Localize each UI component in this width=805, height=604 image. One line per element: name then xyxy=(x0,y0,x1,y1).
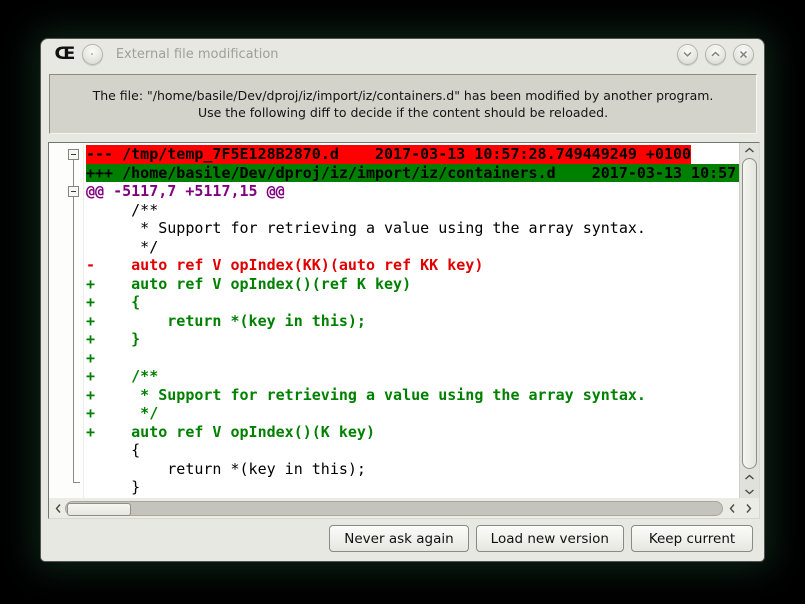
chevron-left-icon xyxy=(55,503,62,514)
diff-line-ctx: /** xyxy=(86,201,739,220)
close-x-icon xyxy=(739,50,748,59)
diff-line-ctx: { xyxy=(86,441,739,460)
desktop: { "window": { "title": "External file mo… xyxy=(0,0,805,604)
chevron-up-icon xyxy=(710,50,721,58)
scroll-up-button[interactable] xyxy=(740,470,759,484)
diff-line-ctx: } xyxy=(86,478,739,497)
vertical-scrollbar-track[interactable] xyxy=(740,157,759,470)
window-title: External file modification xyxy=(116,47,677,62)
window-controls xyxy=(677,44,754,65)
titlebar[interactable]: Œ External file modification xyxy=(41,39,764,69)
fold-collapse-icon[interactable] xyxy=(68,149,79,160)
diff-line-add: + return *(key in this); xyxy=(86,312,739,331)
window-menu-button[interactable] xyxy=(82,44,103,65)
diff-line-add: + xyxy=(86,349,739,368)
vertical-scrollbar-thumb[interactable] xyxy=(742,158,757,469)
minimize-button[interactable] xyxy=(677,44,698,65)
scroll-right-button[interactable] xyxy=(741,503,755,514)
keep-current-button[interactable]: Keep current xyxy=(631,525,753,552)
diff-line-ctx: return *(key in this); xyxy=(86,460,739,479)
chevron-down-icon xyxy=(682,50,693,58)
diff-line-add: + auto ref V opIndex()(K key) xyxy=(86,423,739,442)
vertical-scrollbar-secondary-buttons xyxy=(740,470,759,498)
horizontal-scrollbar-thumb[interactable] xyxy=(67,503,131,516)
chevron-left-icon xyxy=(729,503,736,514)
diff-line-add: + } xyxy=(86,330,739,349)
diff-line-ctx: * Support for retrieving a value using t… xyxy=(86,219,739,238)
chevron-right-icon xyxy=(745,503,752,514)
diff-line-ctx: */ xyxy=(86,238,739,257)
load-new-version-button[interactable]: Load new version xyxy=(476,525,624,552)
message-panel: The file: "/home/basile/Dev/dproj/iz/imp… xyxy=(49,74,757,134)
chevron-up-icon xyxy=(744,147,755,154)
diff-code: --- /tmp/temp_7F5E128B2870.d 2017-03-13 … xyxy=(84,143,739,498)
horizontal-scrollbar-secondary-buttons xyxy=(723,503,757,514)
message-line-1: The file: "/home/basile/Dev/dproj/iz/imp… xyxy=(93,87,714,104)
fold-collapse-icon[interactable] xyxy=(68,186,79,197)
diff-line-add: + /** xyxy=(86,367,739,386)
dialog-buttons: Never ask again Load new version Keep curr… xyxy=(329,525,753,552)
scroll-left-button[interactable] xyxy=(51,503,65,514)
coedit-logo-icon: Œ xyxy=(55,46,76,63)
message-line-2: Use the following diff to decide if the … xyxy=(198,104,608,121)
scroll-down-button[interactable] xyxy=(740,484,759,498)
scroll-up-button[interactable] xyxy=(740,143,759,157)
diff-line-meta-add: +++ /home/basile/Dev/dproj/iz/import/iz/… xyxy=(86,164,739,183)
diff-panel: --- /tmp/temp_7F5E128B2870.d 2017-03-13 … xyxy=(48,142,760,519)
never-ask-again-button[interactable]: Never ask again xyxy=(329,525,468,552)
window-menu-icon xyxy=(90,52,94,56)
vertical-scrollbar[interactable] xyxy=(739,143,759,498)
chevron-down-icon xyxy=(744,488,755,495)
maximize-button[interactable] xyxy=(705,44,726,65)
fold-range-line xyxy=(73,160,74,482)
diff-line-del: - auto ref V opIndex(KK)(auto ref KK key… xyxy=(86,256,739,275)
diff-line-add: + */ xyxy=(86,404,739,423)
external-file-modification-dialog: Œ External file modification The file: "… xyxy=(40,38,765,562)
fold-range-end-tick xyxy=(73,482,80,483)
fold-gutter xyxy=(49,143,84,498)
diff-line-add: + * Support for retrieving a value using… xyxy=(86,386,739,405)
diff-line-meta-del: --- /tmp/temp_7F5E128B2870.d 2017-03-13 … xyxy=(86,145,739,164)
close-button[interactable] xyxy=(733,44,754,65)
diff-line-add: + { xyxy=(86,293,739,312)
horizontal-scrollbar[interactable] xyxy=(49,498,759,518)
scroll-left-button[interactable] xyxy=(725,503,739,514)
chevron-up-icon xyxy=(744,474,755,481)
diff-line-add: + auto ref V opIndex()(ref K key) xyxy=(86,275,739,294)
horizontal-scrollbar-track[interactable] xyxy=(65,501,723,516)
diff-line-hunk: @@ -5117,7 +5117,15 @@ xyxy=(86,182,739,201)
diff-body: --- /tmp/temp_7F5E128B2870.d 2017-03-13 … xyxy=(49,143,759,498)
